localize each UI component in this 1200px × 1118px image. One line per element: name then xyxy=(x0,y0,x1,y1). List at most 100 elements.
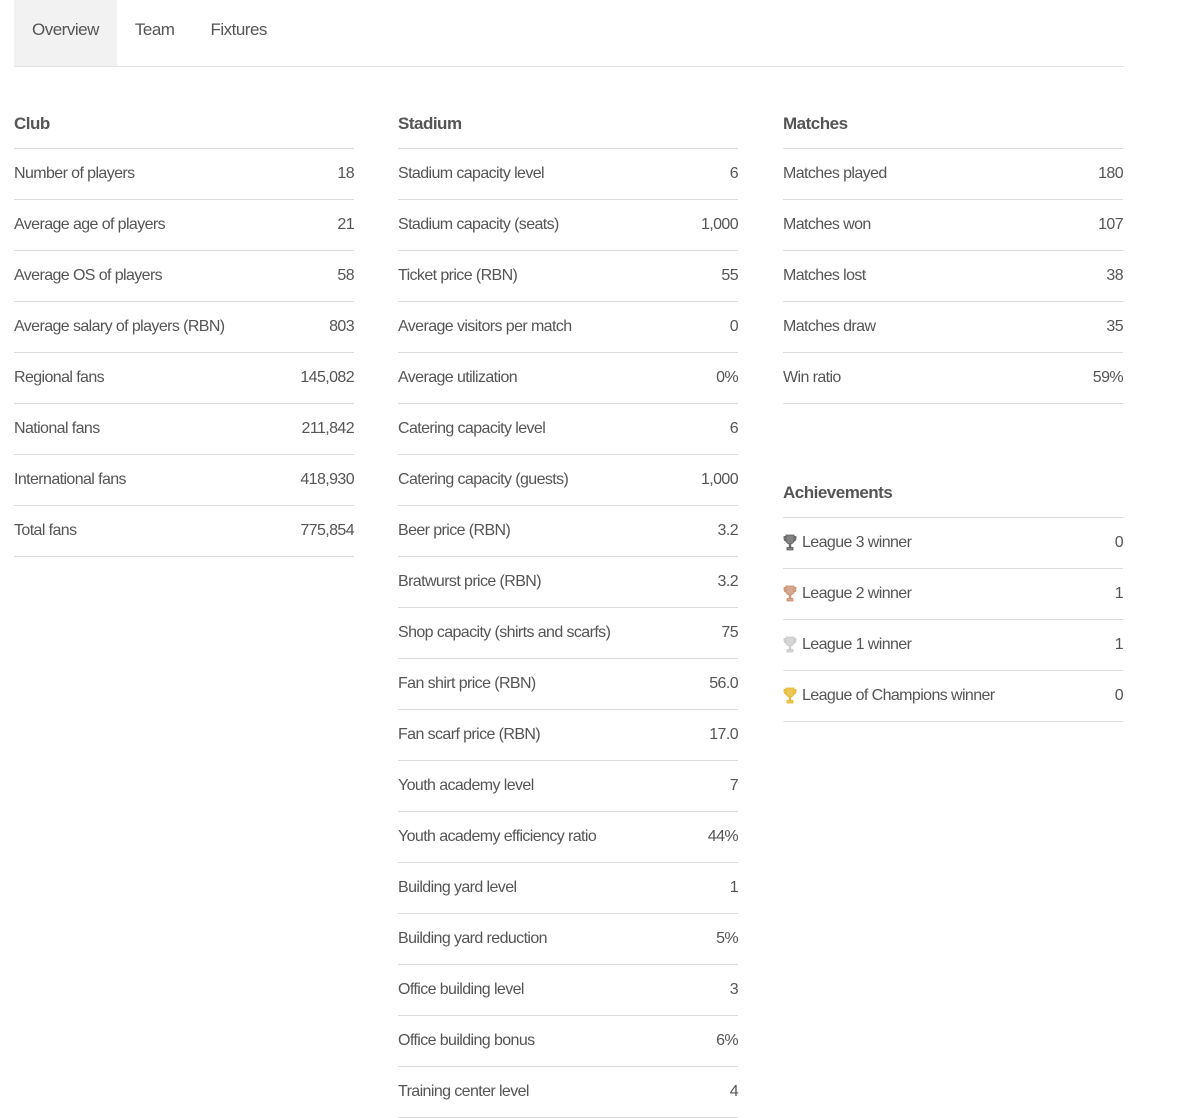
club-row-label: Average salary of players (RBN) xyxy=(14,318,225,336)
stadium-row-label: Average visitors per match xyxy=(398,318,572,336)
stadium-row-label: Shop capacity (shirts and scarfs) xyxy=(398,624,611,642)
achievement-row-text: League 3 winner xyxy=(802,534,912,551)
stadium-row-label: Catering capacity level xyxy=(398,420,546,438)
club-row: Total fans 775,854 xyxy=(14,506,355,557)
matches-row-label: Matches won xyxy=(783,216,871,234)
stadium-row-label: Stadium capacity (seats) xyxy=(398,216,559,234)
stadium-row-text: Building yard level xyxy=(398,879,517,896)
club-row-value: 21 xyxy=(337,216,354,233)
stadium-row-text: Stadium capacity (seats) xyxy=(398,216,559,233)
club-row-text: Number of players xyxy=(14,165,135,182)
stadium-row-value: 17.0 xyxy=(709,726,738,743)
tab-overview[interactable]: Overview xyxy=(14,0,117,66)
stadium-row-text: Average utilization xyxy=(398,369,518,386)
club-rows: Number of players 18 Average age of player… xyxy=(14,149,355,557)
stadium-row-value: 3.2 xyxy=(717,522,739,539)
club-row-label: Average OS of players xyxy=(14,267,163,285)
club-row-text: National fans xyxy=(14,420,100,437)
stadium-row-text: Building yard reduction xyxy=(398,930,548,947)
achievement-row-value: 0 xyxy=(1114,534,1124,551)
matches-row-value: 180 xyxy=(1098,165,1124,182)
stadium-row: Youth academy level 7 xyxy=(398,761,739,812)
stadium-row: Beer price (RBN) 3.2 xyxy=(398,506,739,557)
stadium-row-text: Catering capacity (guests) xyxy=(398,471,569,488)
matches-row-label: Win ratio xyxy=(783,369,841,387)
matches-row-label: Matches draw xyxy=(783,318,876,336)
matches-row: Matches lost 38 xyxy=(783,251,1124,302)
stadium-row-text: Office building bonus xyxy=(398,1032,535,1049)
stadium-row-value: 75 xyxy=(721,624,738,641)
achievement-row: League 2 winner 1 xyxy=(783,569,1124,620)
stadium-row-value: 1 xyxy=(729,879,739,896)
stadium-row-value: 6 xyxy=(729,165,739,182)
achievement-row: League 3 winner 0 xyxy=(783,518,1124,569)
club-row-text: Average OS of players xyxy=(14,267,163,284)
stadium-row-label: Fan scarf price (RBN) xyxy=(398,726,541,744)
stadium-row: Bratwurst price (RBN) 3.2 xyxy=(398,557,739,608)
matches-row: Matches draw 35 xyxy=(783,302,1124,353)
stadium-row-label: Office building bonus xyxy=(398,1032,535,1050)
matches-row-value: 35 xyxy=(1106,318,1123,335)
achievement-row-label: League 3 winner xyxy=(783,534,912,552)
club-row-value: 18 xyxy=(337,165,354,182)
club-row-text: Average salary of players (RBN) xyxy=(14,318,225,335)
stadium-row-label: Stadium capacity level xyxy=(398,165,545,183)
achievement-row-text: League 2 winner xyxy=(802,585,912,602)
stadium-row: Fan shirt price (RBN) 56.0 xyxy=(398,659,739,710)
stadium-row-text: Bratwurst price (RBN) xyxy=(398,573,542,590)
trophy-icon xyxy=(783,687,797,704)
stadium-row: Fan scarf price (RBN) 17.0 xyxy=(398,710,739,761)
club-row-value: 418,930 xyxy=(300,471,354,488)
stadium-row-label: Average utilization xyxy=(398,369,518,387)
club-section: Club Number of players 18 Average age of p… xyxy=(14,98,355,557)
stadium-row-text: Office building level xyxy=(398,981,524,998)
stadium-row-value: 4 xyxy=(729,1083,739,1100)
club-row-value: 803 xyxy=(329,318,355,335)
stadium-row-value: 55 xyxy=(721,267,738,284)
achievements-rows: League 3 winner 0 League 2 winner 1 League 1… xyxy=(783,518,1124,722)
stadium-row: Youth academy efficiency ratio 44% xyxy=(398,812,739,863)
stadium-row-text: Shop capacity (shirts and scarfs) xyxy=(398,624,611,641)
tab-team[interactable]: Team xyxy=(117,0,193,66)
stadium-row-value: 56.0 xyxy=(709,675,738,692)
club-row: Average age of players 21 xyxy=(14,200,355,251)
club-title: Club xyxy=(14,98,354,149)
club-row-text: Regional fans xyxy=(14,369,105,386)
stadium-row-value: 1,000 xyxy=(700,216,739,233)
stadium-row-value: 44% xyxy=(707,828,739,845)
stadium-row-text: Ticket price (RBN) xyxy=(398,267,518,284)
club-row-label: Total fans xyxy=(14,522,77,540)
stadium-row-label: Catering capacity (guests) xyxy=(398,471,569,489)
club-row-text: Total fans xyxy=(14,522,77,539)
matches-section: Matches Matches played 180 Matches won 107 M… xyxy=(783,98,1124,722)
achievement-row-text: League 1 winner xyxy=(802,636,912,653)
club-row-value: 775,854 xyxy=(300,522,354,539)
club-row-value: 58 xyxy=(337,267,354,284)
stadium-row-text: Youth academy efficiency ratio xyxy=(398,828,597,845)
stadium-row-value: 1,000 xyxy=(700,471,739,488)
club-row-label: Average age of players xyxy=(14,216,166,234)
club-row-value: 145,082 xyxy=(300,369,354,386)
achievement-row-value: 0 xyxy=(1114,687,1124,704)
stadium-row-text: Training center level xyxy=(398,1083,529,1100)
stadium-row: Catering capacity level 6 xyxy=(398,404,739,455)
stadium-row-value: 6% xyxy=(716,1032,739,1049)
stadium-row-value: 5% xyxy=(716,930,739,947)
matches-row-text: Matches won xyxy=(783,216,871,233)
club-row: International fans 418,930 xyxy=(14,455,355,506)
stadium-row-text: Youth academy level xyxy=(398,777,534,794)
stadium-row-label: Training center level xyxy=(398,1083,529,1101)
stadium-row-value: 3 xyxy=(729,981,739,998)
matches-row-value: 107 xyxy=(1098,216,1124,233)
achievement-row: League of Champions winner 0 xyxy=(783,671,1124,722)
stadium-row: Stadium capacity (seats) 1,000 xyxy=(398,200,739,251)
tab-fixtures[interactable]: Fixtures xyxy=(192,0,284,66)
stadium-row-text: Beer price (RBN) xyxy=(398,522,511,539)
club-row-label: International fans xyxy=(14,471,127,489)
stadium-row: Training center level 4 xyxy=(398,1067,739,1118)
matches-row: Matches won 107 xyxy=(783,200,1124,251)
stadium-row-label: Bratwurst price (RBN) xyxy=(398,573,542,591)
achievement-row-label: League of Champions winner xyxy=(783,687,995,705)
stadium-row: Office building level 3 xyxy=(398,965,739,1016)
matches-row: Matches played 180 xyxy=(783,149,1124,200)
